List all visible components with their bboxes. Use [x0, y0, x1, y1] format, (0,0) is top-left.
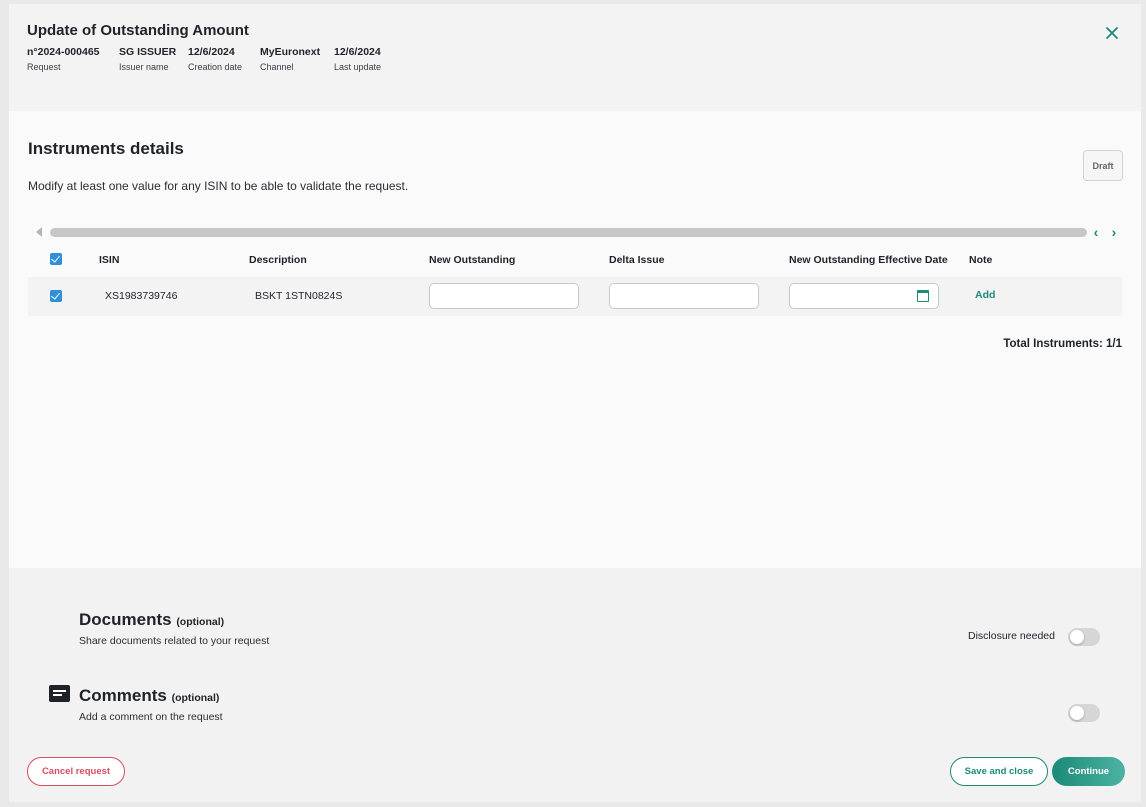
chevron-left-icon[interactable]: ‹: [1089, 225, 1103, 239]
continue-button[interactable]: Continue: [1052, 757, 1125, 786]
meta-request-value: n°2024-000465: [27, 46, 100, 58]
meta-issuer-label: Issuer name: [119, 62, 169, 72]
meta-request-label: Request: [27, 62, 61, 72]
col-delta-issue: Delta Issue: [609, 254, 665, 266]
comments-subtitle: Add a comment on the request: [79, 711, 223, 723]
comments-title: Comments (optional): [79, 686, 219, 706]
meta-last-update-label: Last update: [334, 62, 382, 72]
horizontal-scrollbar[interactable]: [50, 228, 1087, 237]
cancel-request-button[interactable]: Cancel request: [27, 757, 125, 786]
row-description: BSKT 1STN0824S: [255, 290, 343, 302]
comments-optional: (optional): [171, 692, 220, 704]
meta-request: n°2024-000465 Request: [27, 46, 100, 72]
col-note: Note: [969, 254, 993, 266]
table-header: ISIN Description New Outstanding Delta I…: [28, 241, 1122, 277]
table-row: XS1983739746 BSKT 1STN0824S Add: [28, 277, 1122, 316]
col-new-outstanding: New Outstanding: [429, 254, 516, 266]
dialog-title: Update of Outstanding Amount: [27, 22, 249, 39]
documents-title-text: Documents: [79, 610, 172, 629]
select-all-checkbox[interactable]: [50, 253, 62, 265]
disclosure-toggle[interactable]: [1068, 628, 1100, 646]
new-outstanding-input[interactable]: [429, 283, 579, 309]
meta-issuer: SG ISSUER Issuer name: [119, 46, 176, 72]
add-note-link[interactable]: Add: [975, 289, 995, 301]
row-isin: XS1983739746: [105, 290, 178, 302]
draft-badge: Draft: [1083, 150, 1123, 181]
comment-icon: [49, 685, 70, 702]
instruments-title: Instruments details: [28, 139, 184, 158]
documents-title: Documents (optional): [79, 610, 224, 630]
total-instruments: Total Instruments: 1/1: [1003, 338, 1122, 350]
meta-channel: MyEuronext Channel: [260, 46, 320, 72]
meta-last-update-value: 12/6/2024: [334, 46, 381, 58]
documents-optional: (optional): [176, 616, 225, 628]
chevron-right-icon[interactable]: ›: [1107, 225, 1121, 239]
disclosure-label: Disclosure needed: [968, 630, 1055, 642]
meta-channel-label: Channel: [260, 62, 294, 72]
meta-creation-date-value: 12/6/2024: [188, 46, 235, 58]
close-icon[interactable]: [1103, 24, 1121, 42]
meta-issuer-value: SG ISSUER: [119, 46, 177, 58]
row-checkbox[interactable]: [50, 290, 62, 302]
save-and-close-button[interactable]: Save and close: [950, 757, 1048, 786]
col-effective-date: New Outstanding Effective Date: [789, 254, 948, 266]
effective-date-input[interactable]: [789, 283, 939, 309]
documents-subtitle: Share documents related to your request: [79, 635, 270, 647]
dialog-header: Update of Outstanding Amount n°2024-0004…: [9, 4, 1141, 111]
update-outstanding-dialog: Update of Outstanding Amount n°2024-0004…: [9, 4, 1141, 802]
calendar-icon[interactable]: [917, 290, 929, 302]
comments-toggle[interactable]: [1068, 704, 1100, 722]
instruments-section: Instruments details Modify at least one …: [9, 111, 1141, 568]
comments-title-text: Comments: [79, 686, 167, 705]
col-description: Description: [249, 254, 307, 266]
delta-issue-input[interactable]: [609, 283, 759, 309]
instruments-subtitle: Modify at least one value for any ISIN t…: [28, 179, 409, 193]
meta-creation-date: 12/6/2024 Creation date: [188, 46, 242, 72]
meta-channel-value: MyEuronext: [260, 46, 321, 58]
instruments-table: ISIN Description New Outstanding Delta I…: [28, 241, 1122, 316]
col-isin: ISIN: [99, 254, 120, 266]
meta-last-update: 12/6/2024 Last update: [334, 46, 381, 72]
attachments-section: Documents (optional) Share documents rel…: [9, 568, 1141, 802]
scroll-left-arrow[interactable]: [36, 227, 42, 237]
meta-creation-date-label: Creation date: [188, 62, 243, 72]
